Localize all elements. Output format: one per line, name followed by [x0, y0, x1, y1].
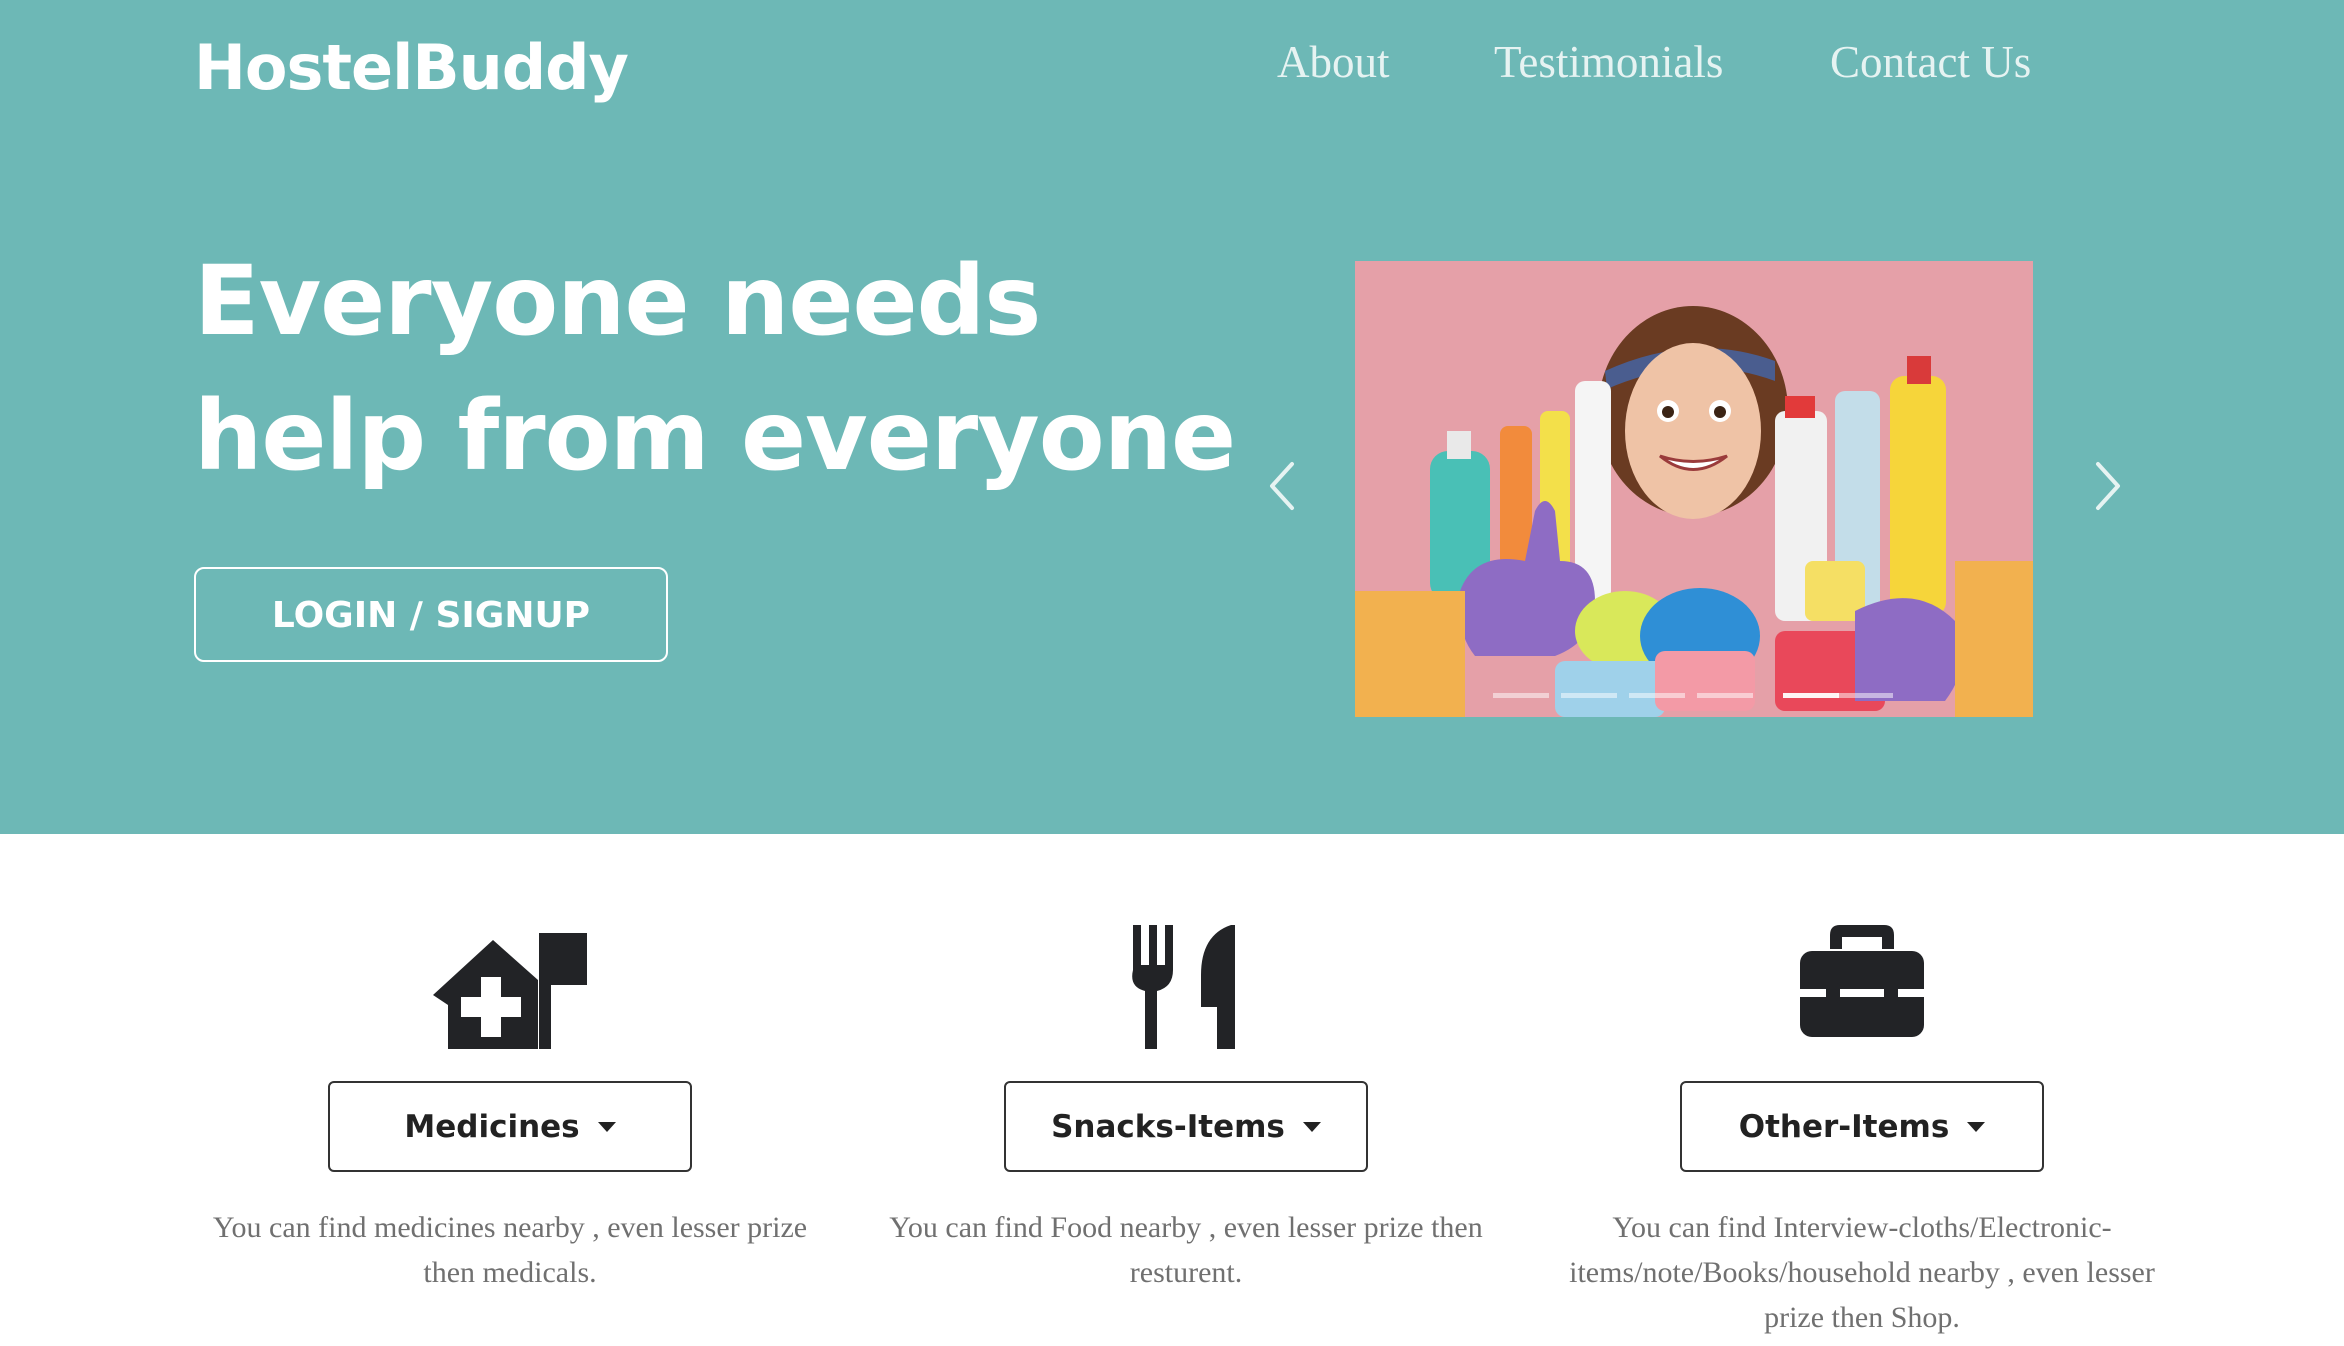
caret-down-icon — [1302, 1121, 1321, 1132]
nav-link-about[interactable]: About — [1277, 30, 1390, 94]
feature-medicines: Medicines You can find medicines nearby … — [190, 925, 830, 1346]
snacks-items-description: You can find Food nearby , even lesser p… — [889, 1211, 1483, 1289]
top-nav: About Testimonials Contact Us — [0, 30, 2344, 100]
carousel-indicator[interactable] — [1561, 693, 1617, 698]
feature-other-items: Other-Items You can find Interview-cloth… — [1542, 925, 2182, 1346]
carousel-prev-button[interactable] — [1262, 456, 1302, 516]
chevron-right-icon — [2096, 462, 2120, 510]
medicines-dropdown-button[interactable]: Medicines — [328, 1081, 692, 1172]
carousel-indicator-active[interactable] — [1783, 693, 1839, 698]
other-items-dropdown-button[interactable]: Other-Items — [1680, 1081, 2044, 1172]
hero-section: HostelBuddy About Testimonials Contact U… — [0, 0, 2344, 834]
carousel-next-button[interactable] — [2088, 456, 2128, 516]
hero-headline-line-1: Everyone needs — [194, 245, 1041, 357]
snacks-items-dropdown-label: Snacks-Items — [1051, 1108, 1285, 1145]
medicines-dropdown-label: Medicines — [404, 1108, 580, 1145]
other-items-dropdown-label: Other-Items — [1738, 1108, 1950, 1145]
carousel-indicator[interactable] — [1837, 693, 1893, 698]
hero-headline: Everyone needs help from everyone — [194, 234, 1236, 504]
toolbox-icon — [1800, 925, 1924, 1037]
cleaning-woman-photo — [1355, 261, 2033, 717]
carousel-indicators — [1493, 693, 1893, 699]
caret-down-icon — [597, 1121, 616, 1132]
caret-down-icon — [1967, 1121, 1986, 1132]
login-signup-button[interactable]: LOGIN / SIGNUP — [194, 567, 668, 662]
chevron-left-icon — [1270, 462, 1294, 510]
snacks-items-dropdown-button[interactable]: Snacks-Items — [1004, 1081, 1368, 1172]
utensils-icon — [1132, 925, 1235, 1049]
medicines-description: You can find medicines nearby , even les… — [212, 1211, 808, 1289]
house-medical-flag-icon — [433, 933, 587, 1049]
nav-link-testimonials[interactable]: Testimonials — [1494, 30, 1723, 94]
other-items-description: You can find Interview-cloths/Electronic… — [1569, 1211, 2155, 1334]
nav-link-contact-us[interactable]: Contact Us — [1830, 30, 2031, 94]
carousel-slide-image — [1355, 261, 2033, 717]
carousel-indicator[interactable] — [1493, 693, 1549, 698]
carousel-indicator[interactable] — [1697, 693, 1753, 698]
hero-headline-line-2: help from everyone — [194, 380, 1236, 492]
feature-snacks-items: Snacks-Items You can find Food nearby , … — [866, 925, 1506, 1346]
carousel-indicator[interactable] — [1629, 693, 1685, 698]
